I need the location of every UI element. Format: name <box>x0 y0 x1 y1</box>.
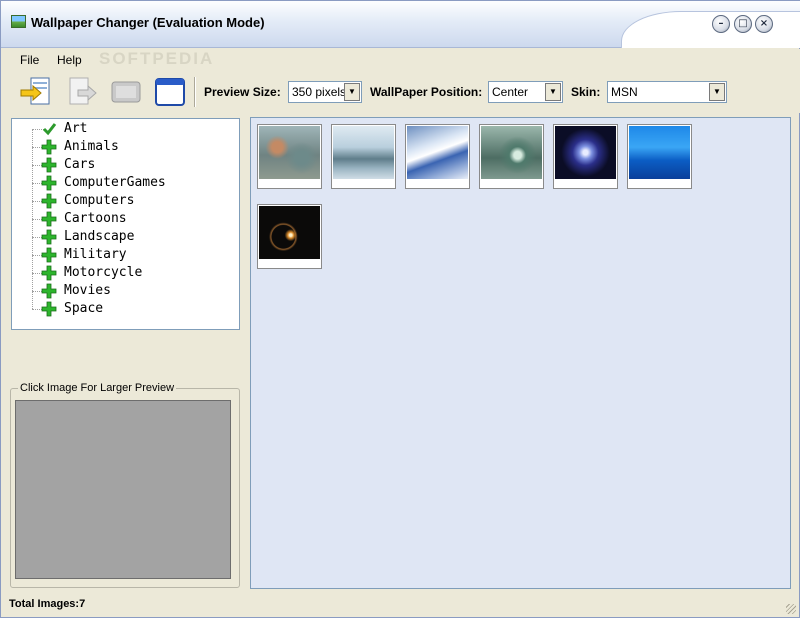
skin-select[interactable]: MSN ▼ <box>607 81 727 103</box>
plus-icon[interactable] <box>41 247 57 263</box>
thumbnail-image <box>333 126 394 179</box>
thumbnail-image <box>629 126 690 179</box>
wallpaper-position-label: WallPaper Position: <box>370 85 483 99</box>
tree-item[interactable]: Military <box>32 246 232 264</box>
tree-item-label: Animals <box>64 139 119 154</box>
thumbnail[interactable] <box>257 124 322 189</box>
preview-size-value: 350 pixels <box>292 85 347 99</box>
toolbar-separator <box>194 77 196 107</box>
menu-help[interactable]: Help <box>57 53 82 67</box>
tree-item-label: Space <box>64 301 104 316</box>
plus-icon[interactable] <box>41 265 57 281</box>
tree-item[interactable]: Computers <box>32 192 232 210</box>
preview-size-label: Preview Size: <box>204 85 281 99</box>
thumbnail[interactable] <box>479 124 544 189</box>
tree-item[interactable]: Motorcycle <box>32 264 232 282</box>
checkmark-icon[interactable] <box>41 121 57 137</box>
skin-value: MSN <box>611 85 638 99</box>
plus-icon[interactable] <box>41 211 57 227</box>
preview-label: Click Image For Larger Preview <box>18 382 177 394</box>
thumbnail[interactable] <box>257 204 322 269</box>
apply-wallpaper-icon[interactable] <box>19 76 53 108</box>
menu-file[interactable]: File <box>20 53 39 67</box>
title-bar-decoration <box>621 11 800 48</box>
tree-item-label: Movies <box>64 283 111 298</box>
tree-item[interactable]: Movies <box>32 282 232 300</box>
plus-icon[interactable] <box>41 229 57 245</box>
thumbnail-grid <box>250 117 791 589</box>
title-bar[interactable]: Wallpaper Changer (Evaluation Mode) – □ … <box>1 1 800 48</box>
maximize-button[interactable]: □ <box>734 15 752 33</box>
next-wallpaper-icon[interactable] <box>64 76 98 108</box>
app-icon <box>11 15 26 28</box>
preview-size-select[interactable]: 350 pixels ▼ <box>288 81 362 103</box>
watermark: SOFTPEDIA <box>99 49 215 68</box>
plus-icon[interactable] <box>41 175 57 191</box>
tree-item-label: Military <box>64 247 127 262</box>
plus-icon[interactable] <box>41 139 57 155</box>
window-icon[interactable] <box>153 76 187 108</box>
category-tree[interactable]: Art Animals Cars ComputerGames Computers Cart… <box>11 118 240 330</box>
thumbnail[interactable] <box>331 124 396 189</box>
thumbnail-image <box>259 206 320 259</box>
plus-icon[interactable] <box>41 193 57 209</box>
tree-item-label: Cars <box>64 157 96 172</box>
resize-grip[interactable] <box>786 604 796 614</box>
minimize-button[interactable]: – <box>712 15 730 33</box>
large-preview[interactable] <box>15 400 231 579</box>
thumbnail[interactable] <box>405 124 470 189</box>
status-text: Total Images:7 <box>9 598 86 610</box>
app-window: Wallpaper Changer (Evaluation Mode) – □ … <box>0 0 800 618</box>
skin-label: Skin: <box>571 85 601 99</box>
plus-icon[interactable] <box>41 301 57 317</box>
plus-icon[interactable] <box>41 283 57 299</box>
tree-item[interactable]: Cars <box>32 156 232 174</box>
tree-item[interactable]: Animals <box>32 138 232 156</box>
thumbnail[interactable] <box>627 124 692 189</box>
tree-item[interactable]: ComputerGames <box>32 174 232 192</box>
thumbnail-image <box>259 126 320 179</box>
tree-item[interactable]: Landscape <box>32 228 232 246</box>
tree-item-label: Computers <box>64 193 135 208</box>
wallpaper-position-value: Center <box>492 85 529 99</box>
tree-item[interactable]: Cartoons <box>32 210 232 228</box>
tree-item-label: ComputerGames <box>64 175 166 190</box>
thumbnail[interactable] <box>553 124 618 189</box>
chevron-down-icon[interactable]: ▼ <box>709 83 725 101</box>
wallpaper-position-select[interactable]: Center ▼ <box>488 81 563 103</box>
thumbnail-image <box>481 126 542 179</box>
tree-item[interactable]: Art <box>32 120 232 138</box>
tree-item-label: Landscape <box>64 229 135 244</box>
thumbnail-image <box>407 126 468 179</box>
tree-item-label: Art <box>64 121 88 136</box>
screen-icon[interactable] <box>109 76 143 108</box>
chevron-down-icon[interactable]: ▼ <box>545 83 561 101</box>
thumbnail-image <box>555 126 616 179</box>
tree-item[interactable]: Space <box>32 300 232 318</box>
plus-icon[interactable] <box>41 157 57 173</box>
tree-item-label: Cartoons <box>64 211 127 226</box>
chevron-down-icon[interactable]: ▼ <box>344 83 360 101</box>
toolbar: Preview Size: 350 pixels ▼ WallPaper Pos… <box>1 71 800 113</box>
close-button[interactable]: × <box>755 15 773 33</box>
window-title: Wallpaper Changer (Evaluation Mode) <box>31 15 265 30</box>
tree-item-label: Motorcycle <box>64 265 143 280</box>
